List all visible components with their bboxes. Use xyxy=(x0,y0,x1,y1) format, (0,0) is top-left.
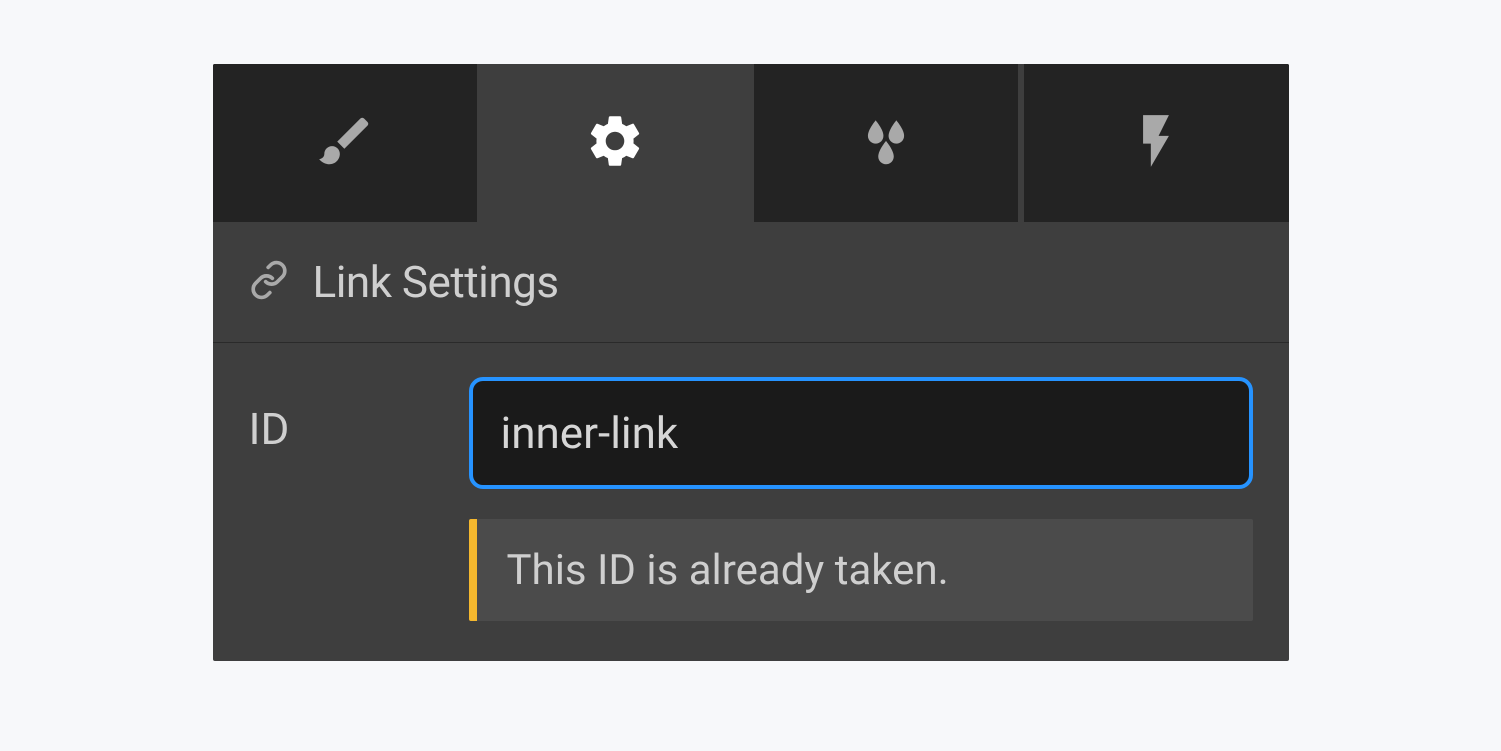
tab-settings[interactable] xyxy=(483,64,748,222)
field-label-id: ID xyxy=(249,377,429,455)
settings-panel: Link Settings ID This ID is already take… xyxy=(213,64,1289,661)
bolt-icon xyxy=(1125,110,1187,176)
tab-bar xyxy=(213,64,1289,222)
warning-message: This ID is already taken. xyxy=(469,519,1253,621)
brush-icon xyxy=(314,110,376,176)
tab-effects[interactable] xyxy=(754,64,1019,222)
id-input[interactable] xyxy=(469,377,1253,489)
section-title: Link Settings xyxy=(313,256,559,308)
tab-interactions[interactable] xyxy=(1024,64,1289,222)
field-row-id: ID This ID is already taken. xyxy=(213,343,1289,661)
tab-style[interactable] xyxy=(213,64,478,222)
link-icon xyxy=(249,260,289,304)
section-header: Link Settings xyxy=(213,222,1289,343)
drops-icon xyxy=(855,110,917,176)
field-body: This ID is already taken. xyxy=(469,377,1253,621)
gear-icon xyxy=(584,110,646,176)
